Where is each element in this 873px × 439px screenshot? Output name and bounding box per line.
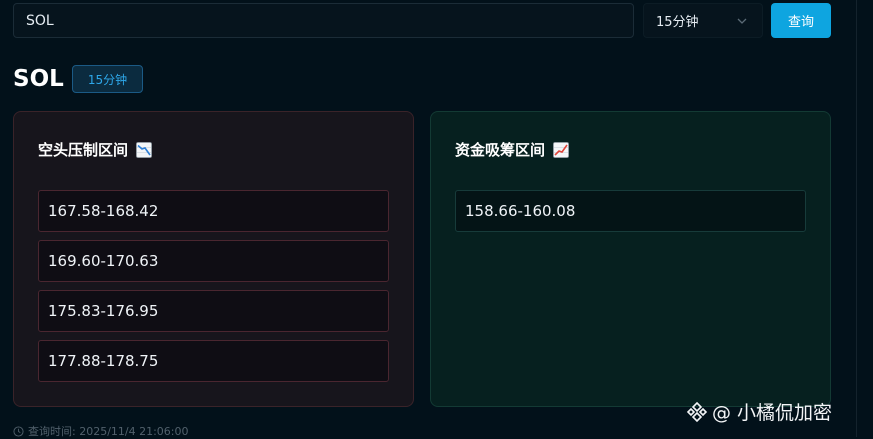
short-zone-list: 167.58-168.42 169.60-170.63 175.83-176.9… [38,190,389,390]
accumulation-zone-list: 158.66-160.08 [455,190,806,240]
accumulation-zone-item: 158.66-160.08 [455,190,806,232]
interval-select-value: 15分钟 [656,15,699,30]
short-zone-item: 177.88-178.75 [38,340,389,382]
accumulation-card: 资金吸筹区间 158.66-160.08 [430,111,831,407]
binance-square-icon [686,401,708,422]
short-pressure-title: 空头压制区间 [38,140,152,160]
short-zone-item: 167.58-168.42 [38,190,389,232]
short-zone-item: 169.60-170.63 [38,240,389,282]
clock-icon [13,425,24,437]
chart-decreasing-icon [136,142,152,158]
short-zone-item: 175.83-176.95 [38,290,389,332]
chart-increasing-icon [553,142,569,158]
watermark: @ 小橘侃加密 [686,398,832,425]
short-pressure-card: 空头压制区间 167.58-168.42 169.60-170.63 175.8… [13,111,414,407]
right-scroll-rail [856,0,857,437]
watermark-text: @ 小橘侃加密 [712,402,833,424]
interval-select[interactable]: 15分钟 [643,3,763,38]
accumulation-title-text: 资金吸筹区间 [455,141,546,159]
short-pressure-title-text: 空头压制区间 [38,141,129,159]
query-button[interactable]: 查询 [771,3,831,38]
symbol-title: SOL [13,66,64,92]
accumulation-title: 资金吸筹区间 [455,140,569,160]
symbol-search-input[interactable] [13,3,634,38]
chevron-down-icon [737,18,747,24]
interval-badge: 15分钟 [72,65,143,93]
